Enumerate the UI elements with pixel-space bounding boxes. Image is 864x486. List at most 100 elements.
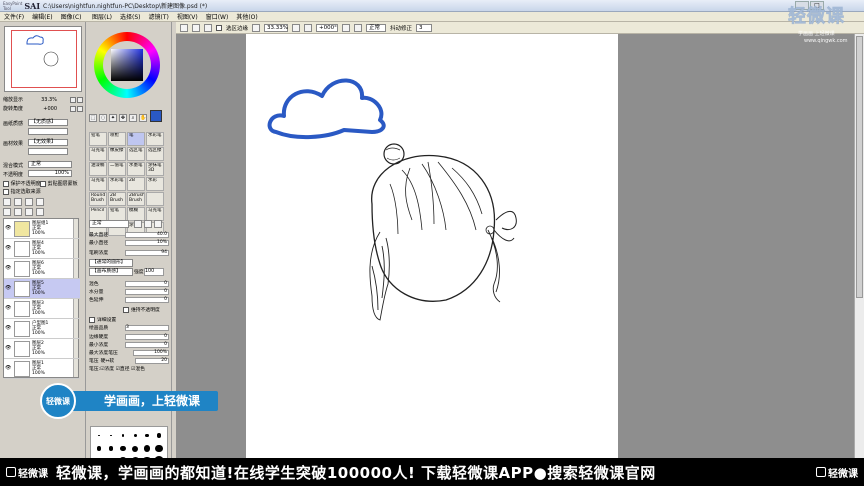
zoom-plus-button[interactable] <box>77 96 83 103</box>
texture-select[interactable]: 【无质感】 <box>28 119 68 126</box>
clip-checkbox[interactable] <box>40 180 46 187</box>
layer-blend-select[interactable]: 正常 <box>28 161 72 168</box>
color-wheel[interactable] <box>94 32 160 98</box>
current-color-swatch[interactable] <box>150 110 162 122</box>
brush-slot[interactable]: 涂抹笔3D <box>146 162 164 176</box>
color-extend-slider[interactable]: 0 <box>125 296 169 303</box>
density-slider[interactable]: 94 <box>125 249 169 256</box>
detail-settings-row[interactable]: 详细设置 <box>89 316 169 323</box>
layer-row[interactable]: 👁 图层5 正常 100% <box>4 279 80 299</box>
flip-icon[interactable] <box>354 23 363 32</box>
canvas-scroll-thumb[interactable] <box>856 36 863 298</box>
rotate-right-icon[interactable] <box>342 23 351 32</box>
brush-size-dot[interactable] <box>153 442 165 455</box>
rotate-minus-button[interactable] <box>70 105 76 112</box>
layer-row[interactable]: 👁 图层4 正常 100% <box>4 239 80 259</box>
texture-strength[interactable] <box>28 128 68 135</box>
brush-slot[interactable]: Pencil <box>89 207 107 221</box>
canvas-area[interactable] <box>176 34 854 458</box>
layer-row[interactable]: 👁 图层6 正常 100% <box>4 259 80 279</box>
brush-slot[interactable]: 模糊 <box>127 207 145 221</box>
edge-slider[interactable]: 0 <box>125 333 169 340</box>
brush-slot[interactable]: 喷枪 <box>108 132 126 146</box>
brush-size-dot[interactable] <box>117 442 129 455</box>
texture-strength-input[interactable]: 100 <box>144 268 164 276</box>
specify-source-option[interactable]: 指定选取来源 <box>3 188 41 195</box>
brush-texture-select[interactable]: 【画布质感】 <box>89 268 133 276</box>
brush-shape-2-icon[interactable] <box>144 220 152 228</box>
max-pressure-slider[interactable]: 100% <box>133 349 169 356</box>
brush-slot[interactable]: 油漆桶 <box>89 162 107 176</box>
menu-item[interactable]: 其他(O) <box>232 12 261 21</box>
eye-icon[interactable]: 👁 <box>5 365 12 372</box>
trash-icon[interactable] <box>36 208 44 216</box>
keep-opacity-row[interactable]: 维持不透明度 <box>89 306 169 313</box>
specify-source-checkbox[interactable] <box>3 188 9 195</box>
brush-shape-1-icon[interactable] <box>134 220 142 228</box>
eye-icon[interactable]: 👁 <box>5 265 12 272</box>
brush-slot[interactable]: 铅笔 <box>89 132 107 146</box>
menu-item[interactable]: 文件(F) <box>0 12 28 21</box>
magic-wand-icon[interactable]: ✦ <box>109 114 117 122</box>
brush-slot[interactable]: Round Brush <box>89 192 107 206</box>
brush-slot[interactable]: 马克笔 <box>146 207 164 221</box>
brush-size-dot[interactable] <box>153 429 165 442</box>
brush-size-dot[interactable] <box>117 429 129 442</box>
deselect-icon[interactable] <box>204 23 212 32</box>
mix-slider[interactable]: 0 <box>125 280 169 287</box>
menu-item[interactable]: 编辑(E) <box>28 12 56 21</box>
layer-row[interactable]: 👁 图层3 正常 100% <box>4 299 80 319</box>
brush-size-dot[interactable] <box>141 429 153 442</box>
lasso-tool-icon[interactable]: ◌ <box>99 114 107 122</box>
brush-size-dot[interactable] <box>105 442 117 455</box>
brush-size-dot[interactable] <box>129 442 141 455</box>
menu-item[interactable]: 图层(L) <box>88 12 116 21</box>
clear-layer-icon[interactable] <box>25 208 33 216</box>
hand-tool-icon[interactable]: ✋ <box>139 114 147 122</box>
eye-icon[interactable]: 👁 <box>5 225 12 232</box>
canvas-vertical-scrollbar[interactable] <box>854 34 864 458</box>
water-slider[interactable]: 0 <box>125 288 169 295</box>
max-size-slider[interactable]: 40.0 <box>125 231 169 238</box>
brush-shape-select[interactable]: 【通常的圆形】 <box>89 259 133 267</box>
min-size-slider[interactable]: 10% <box>125 239 169 246</box>
redo-icon[interactable] <box>192 23 200 32</box>
brush-slot[interactable]: 马克笔 <box>89 177 107 191</box>
eye-icon[interactable]: 👁 <box>5 285 12 292</box>
merge-icon[interactable] <box>14 208 22 216</box>
brush-slot[interactable]: 2B <box>127 177 145 191</box>
select-tool-icon[interactable]: ⬚ <box>89 114 97 122</box>
menu-item[interactable]: 视图(V) <box>173 12 202 21</box>
layer-row[interactable]: 👁 图层2 正常 100% <box>4 339 80 359</box>
zoom-minus-button[interactable] <box>70 96 76 103</box>
zoom-out-icon[interactable] <box>252 23 261 32</box>
move-down-icon[interactable] <box>3 208 11 216</box>
move-tool-icon[interactable]: ✥ <box>119 114 127 122</box>
delete-layer-icon[interactable] <box>36 198 44 206</box>
brush-slot[interactable]: 橡皮擦 <box>108 147 126 161</box>
eye-icon[interactable]: 👁 <box>5 345 12 352</box>
effect-strength[interactable] <box>28 148 68 155</box>
layer-row[interactable]: 👁 户型图1 正常 100% <box>4 319 80 339</box>
effect-select[interactable]: 【无效果】 <box>28 139 68 146</box>
brush-shape-3-icon[interactable] <box>154 220 162 228</box>
menu-item[interactable]: 滤镜(T) <box>145 12 173 21</box>
new-vector-layer-icon[interactable] <box>14 198 22 206</box>
quality-select[interactable]: 3 <box>125 324 169 331</box>
zoom-in-icon[interactable] <box>292 23 301 32</box>
rotate-left-icon[interactable] <box>304 23 313 32</box>
brush-slot[interactable] <box>146 192 164 206</box>
pressure-flags-row[interactable]: 笔压:☑浓度 ☑直径 ☑混色 <box>89 365 169 372</box>
rotation-select[interactable]: +000° <box>316 23 339 32</box>
layer-row[interactable]: 👁 图层组1 正常 100% <box>4 219 80 239</box>
min-density-slider[interactable]: 0 <box>125 341 169 348</box>
menu-item[interactable]: 窗口(W) <box>202 12 233 21</box>
brush-slot[interactable]: 二值笔 <box>108 162 126 176</box>
brush-size-dot[interactable] <box>141 442 153 455</box>
zoom-select[interactable]: 33.33% <box>264 23 289 32</box>
brush-size-dot[interactable] <box>129 429 141 442</box>
brush-size-dot[interactable] <box>93 429 105 442</box>
brush-size-dot[interactable] <box>93 442 105 455</box>
eye-icon[interactable]: 👁 <box>5 325 12 332</box>
new-layer-icon[interactable] <box>3 198 11 206</box>
